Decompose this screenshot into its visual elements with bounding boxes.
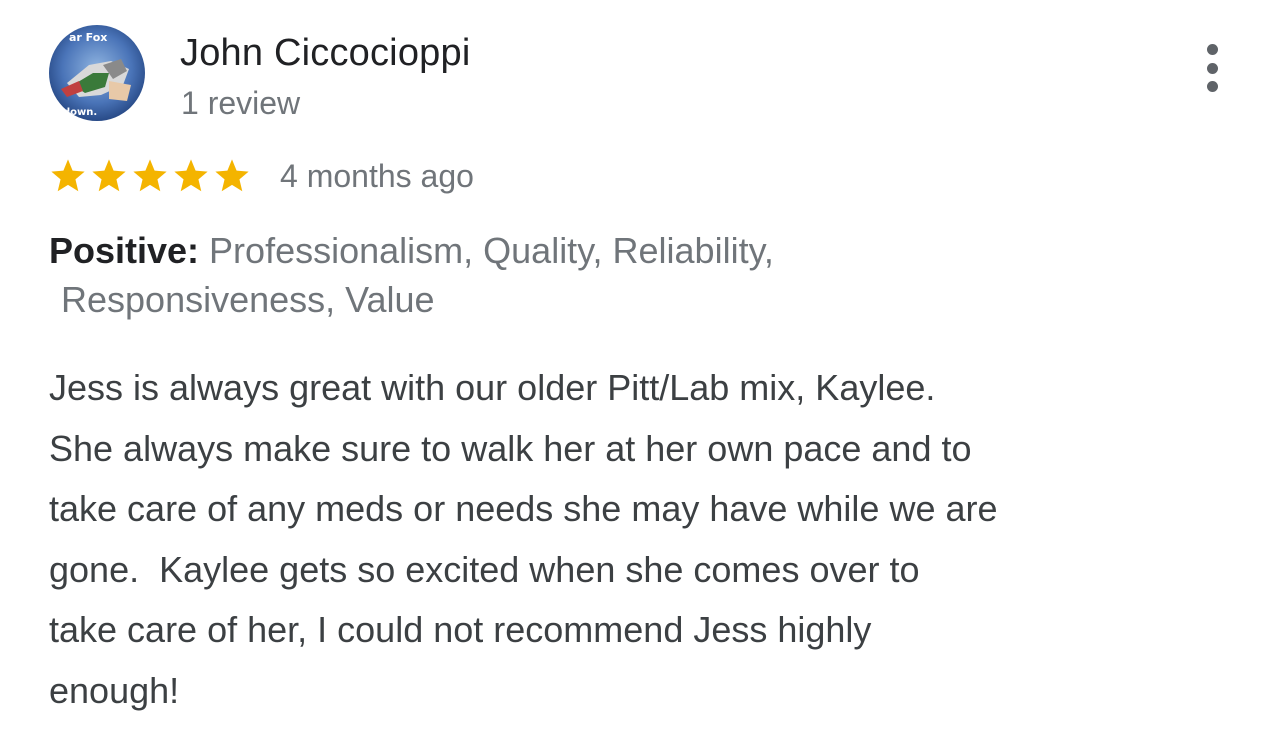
attributes-values-line-2: Responsiveness, Value	[61, 279, 435, 320]
avatar-text-top: ar Fox	[69, 31, 107, 44]
star-icon	[51, 159, 85, 192]
attributes-values-line-1: Professionalism, Quality, Reliability,	[199, 230, 774, 271]
reviewer-name[interactable]: John Ciccocioppi	[180, 30, 470, 76]
review-time-ago: 4 months ago	[280, 158, 474, 194]
avatar-text-bottom: down.	[63, 107, 97, 118]
review-attributes: Positive: Professionalism, Quality, Reli…	[49, 226, 1229, 324]
rating-row: 4 months ago	[49, 152, 474, 200]
review-text-line: take care of her, I could not recommend …	[49, 609, 872, 650]
more-vert-icon-dot-2	[1206, 62, 1218, 74]
reviewer-review-count[interactable]: 1 review	[181, 84, 300, 122]
star-rating	[49, 157, 254, 195]
avatar-image: ar Fox down.	[49, 25, 145, 121]
more-vert-icon-dot-3	[1206, 81, 1218, 92]
review-text-line: gone. Kaylee gets so excited when she co…	[49, 548, 920, 590]
reviewer-avatar[interactable]: ar Fox down.	[49, 25, 145, 121]
more-vert-icon-dot-1	[1206, 44, 1218, 55]
review-text: Jess is always great with our older Pitt…	[49, 358, 1189, 721]
star-icon	[133, 159, 167, 192]
attributes-label: Positive:	[49, 230, 200, 271]
review-text-line: enough!	[49, 669, 180, 711]
review-card: ar Fox down. John Ciccocioppi 1 review 4…	[0, 0, 1284, 739]
more-options-button[interactable]	[1196, 40, 1228, 96]
review-text-line: She always make sure to walk her at her …	[49, 427, 972, 469]
review-text-line: take care of any meds or needs she may h…	[49, 488, 998, 529]
star-icon	[215, 159, 249, 192]
review-text-line: Jess is always great with our older Pitt…	[49, 367, 936, 408]
star-icon	[174, 159, 208, 192]
star-icon	[92, 159, 126, 192]
